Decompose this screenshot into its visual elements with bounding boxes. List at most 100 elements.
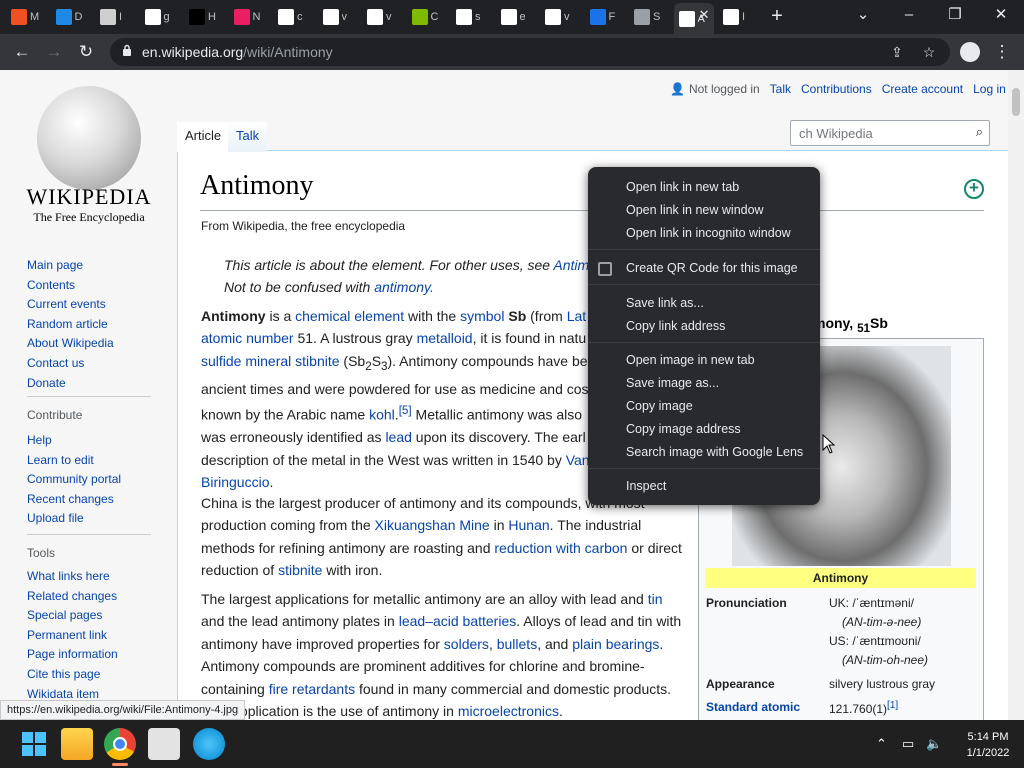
sidebar-link[interactable]: Main page bbox=[27, 256, 114, 276]
close-window-button[interactable]: ✕ bbox=[978, 0, 1024, 34]
link[interactable]: solders bbox=[444, 636, 489, 652]
link[interactable]: lead bbox=[385, 429, 411, 445]
menu-create-qr-code[interactable]: Create QR Code for this image bbox=[626, 261, 798, 275]
browser-tab[interactable]: H bbox=[184, 5, 223, 29]
scrollbar-thumb[interactable] bbox=[1012, 88, 1020, 116]
browser-tab[interactable]: v bbox=[540, 5, 579, 29]
menu-google-lens[interactable]: Search image with Google Lens bbox=[626, 445, 803, 459]
sidebar-link[interactable]: Contents bbox=[27, 276, 114, 296]
link[interactable]: metalloid bbox=[417, 330, 473, 346]
sidebar-link[interactable]: Permanent link bbox=[27, 626, 118, 646]
restore-button[interactable]: ❐ bbox=[932, 0, 978, 34]
browser-tab[interactable]: A ✕ bbox=[673, 3, 714, 34]
link[interactable]: microelectronics bbox=[458, 703, 559, 719]
sidebar-link[interactable]: Page information bbox=[27, 645, 118, 665]
sidebar-link[interactable]: Help bbox=[27, 431, 121, 451]
link[interactable]: fire retardants bbox=[269, 681, 355, 697]
menu-save-link-as[interactable]: Save link as... bbox=[626, 296, 704, 310]
url-text[interactable]: en.wikipedia.org/wiki/Antimony bbox=[142, 44, 333, 60]
tab-search-icon[interactable]: ⌄ bbox=[840, 0, 886, 34]
contributions-link[interactable]: Contributions bbox=[801, 82, 872, 96]
start-button-icon[interactable] bbox=[18, 728, 50, 760]
sidebar-link[interactable]: Current events bbox=[27, 295, 114, 315]
tab-talk[interactable]: Talk bbox=[228, 122, 268, 152]
create-account-link[interactable]: Create account bbox=[882, 82, 963, 96]
link[interactable]: reduction with carbon bbox=[494, 540, 627, 556]
browser-tab[interactable]: F bbox=[585, 5, 624, 29]
back-button[interactable]: ← bbox=[10, 40, 34, 64]
sidebar-link[interactable]: Cite this page bbox=[27, 665, 118, 685]
link[interactable]: kohl bbox=[369, 407, 395, 423]
menu-inspect[interactable]: Inspect bbox=[626, 479, 666, 493]
menu-open-link-incognito[interactable]: Open link in incognito window bbox=[626, 226, 791, 240]
add-language-icon[interactable]: + bbox=[964, 179, 984, 199]
link[interactable]: Lat bbox=[567, 308, 586, 324]
browser-tab[interactable]: C bbox=[407, 5, 446, 29]
link[interactable]: Biringuccio bbox=[201, 474, 269, 490]
forward-button[interactable]: → bbox=[42, 40, 66, 64]
minimize-button[interactable]: – bbox=[886, 0, 932, 34]
page-scrollbar[interactable] bbox=[1008, 70, 1024, 720]
bookmark-star-icon[interactable]: ☆ bbox=[920, 43, 938, 61]
menu-kebab-icon[interactable]: ⋮ bbox=[990, 40, 1014, 64]
link[interactable]: bullets bbox=[497, 636, 537, 652]
sidebar-link[interactable]: Contact us bbox=[27, 354, 114, 374]
profile-avatar[interactable] bbox=[960, 42, 980, 62]
sidebar-link[interactable]: What links here bbox=[27, 567, 118, 587]
link[interactable]: atomic number bbox=[201, 330, 294, 346]
link[interactable]: plain bearings bbox=[572, 636, 659, 652]
browser-tab[interactable]: v bbox=[318, 5, 357, 29]
sidebar-link[interactable]: Special pages bbox=[27, 606, 118, 626]
menu-copy-link-address[interactable]: Copy link address bbox=[626, 319, 725, 333]
store-icon[interactable] bbox=[148, 728, 180, 760]
link[interactable]: lead–acid batteries bbox=[399, 613, 517, 629]
hatnote-link[interactable]: antimony. bbox=[374, 279, 434, 295]
network-icon[interactable]: ▭ bbox=[902, 736, 914, 752]
sidebar-link[interactable]: Community portal bbox=[27, 470, 121, 490]
wikipedia-globe-logo[interactable] bbox=[37, 86, 141, 190]
menu-open-image-new-tab[interactable]: Open image in new tab bbox=[626, 353, 755, 367]
browser-tab[interactable]: e bbox=[496, 5, 535, 29]
browser-tab[interactable]: I bbox=[718, 5, 757, 29]
link[interactable]: symbol bbox=[460, 308, 504, 324]
address-bar[interactable]: en.wikipedia.org/wiki/Antimony ⇪ ☆ bbox=[110, 38, 950, 66]
menu-save-image-as[interactable]: Save image as... bbox=[626, 376, 719, 390]
browser-tab[interactable]: N bbox=[229, 5, 268, 29]
sidebar-link[interactable]: About Wikipedia bbox=[27, 334, 114, 354]
sidebar-link[interactable]: Learn to edit bbox=[27, 451, 121, 471]
menu-copy-image[interactable]: Copy image bbox=[626, 399, 693, 413]
share-icon[interactable]: ⇪ bbox=[888, 43, 906, 61]
browser-tab[interactable]: c bbox=[273, 5, 312, 29]
clock[interactable]: 5:14 PM 1/1/2022 bbox=[952, 729, 1024, 761]
hatnote-link[interactable]: Antim bbox=[553, 257, 589, 273]
menu-copy-image-address[interactable]: Copy image address bbox=[626, 422, 741, 436]
browser-tab[interactable]: D bbox=[51, 5, 90, 29]
link[interactable]: tin bbox=[648, 591, 663, 607]
sidebar-link[interactable]: Upload file bbox=[27, 509, 121, 529]
reload-button[interactable]: ↻ bbox=[74, 40, 98, 64]
link[interactable]: stibnite bbox=[295, 353, 339, 369]
sidebar-link[interactable]: Related changes bbox=[27, 587, 118, 607]
browser-tab[interactable]: v bbox=[362, 5, 401, 29]
new-tab-button[interactable]: + bbox=[764, 4, 790, 30]
browser-tab[interactable]: M bbox=[6, 5, 45, 29]
browser-tab[interactable]: S bbox=[629, 5, 668, 29]
search-icon[interactable]: ⌕ bbox=[976, 124, 983, 140]
sidebar-link[interactable]: Recent changes bbox=[27, 490, 121, 510]
search-input[interactable]: ch Wikipedia ⌕ bbox=[790, 120, 990, 146]
link[interactable]: stibnite bbox=[278, 562, 322, 578]
chevron-up-icon[interactable]: ⌃ bbox=[876, 736, 887, 752]
sidebar-link[interactable]: Random article bbox=[27, 315, 114, 335]
lock-icon[interactable] bbox=[122, 44, 132, 56]
standard-atomic-weight-link[interactable]: Standard atomic bbox=[706, 700, 800, 714]
pronunciation-uk[interactable]: UK: /ˈæntɪməni/ bbox=[829, 596, 914, 610]
globe-app-icon[interactable] bbox=[193, 728, 225, 760]
link[interactable]: Hunan bbox=[508, 517, 549, 533]
close-tab-icon[interactable]: ✕ bbox=[699, 7, 710, 23]
log-in-link[interactable]: Log in bbox=[973, 82, 1006, 96]
pronunciation-us[interactable]: US: /ˈæntɪmoʊni/ bbox=[829, 634, 921, 648]
wikipedia-wordmark[interactable]: WIKIPEDIA bbox=[0, 184, 178, 210]
volume-icon[interactable]: 🔈 bbox=[926, 736, 942, 752]
user-talk-link[interactable]: Talk bbox=[770, 82, 791, 96]
menu-open-link-new-window[interactable]: Open link in new window bbox=[626, 203, 764, 217]
